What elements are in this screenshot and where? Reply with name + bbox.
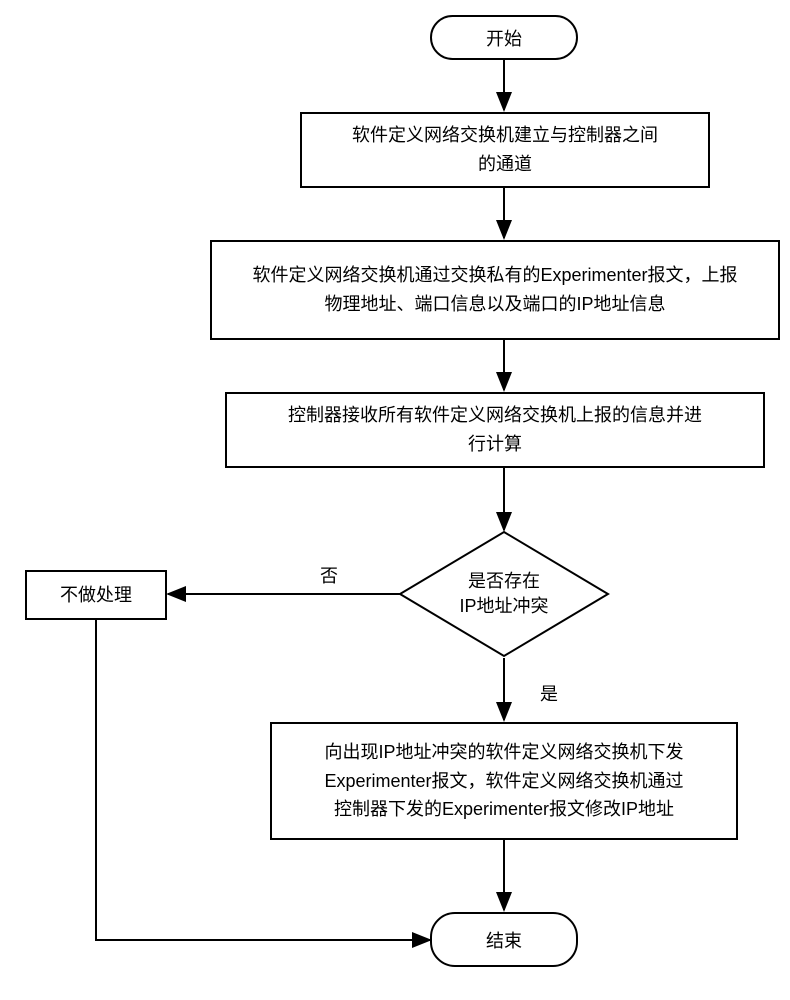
p5-line1: 向出现IP地址冲突的软件定义网络交换机下发 bbox=[324, 742, 683, 762]
p2-line1: 软件定义网络交换机通过交换私有的Experimenter报文，上报 bbox=[252, 265, 737, 285]
p3-line1: 控制器接收所有软件定义网络交换机上报的信息并进 bbox=[288, 405, 702, 425]
p1-line1: 软件定义网络交换机建立与控制器之间 bbox=[352, 125, 658, 145]
label-yes: 是 bbox=[540, 680, 558, 706]
p5-line3: 控制器下发的Experimenter报文修改IP地址 bbox=[334, 799, 674, 819]
label-no: 否 bbox=[320, 562, 338, 588]
end-terminal: 结束 bbox=[430, 912, 578, 967]
start-terminal: 开始 bbox=[430, 15, 578, 60]
process-controller-compute: 控制器接收所有软件定义网络交换机上报的信息并进 行计算 bbox=[225, 392, 765, 468]
flowchart-container: 开始 软件定义网络交换机建立与控制器之间 的通道 软件定义网络交换机通过交换私有… bbox=[0, 0, 790, 1000]
process-report-info: 软件定义网络交换机通过交换私有的Experimenter报文，上报 物理地址、端… bbox=[210, 240, 780, 340]
end-label: 结束 bbox=[486, 927, 522, 953]
p2-line2: 物理地址、端口信息以及端口的IP地址信息 bbox=[324, 294, 665, 314]
start-label: 开始 bbox=[486, 25, 522, 51]
process-no-action: 不做处理 bbox=[25, 570, 167, 620]
decision-ip-conflict: 是否存在 IP地址冲突 bbox=[398, 530, 610, 658]
p4-label: 不做处理 bbox=[60, 581, 132, 610]
process-modify-ip: 向出现IP地址冲突的软件定义网络交换机下发 Experimenter报文，软件定… bbox=[270, 722, 738, 840]
p5-line2: Experimenter报文，软件定义网络交换机通过 bbox=[324, 771, 683, 791]
d1-line1: 是否存在 bbox=[468, 571, 540, 591]
process-establish-channel: 软件定义网络交换机建立与控制器之间 的通道 bbox=[300, 112, 710, 188]
p3-line2: 行计算 bbox=[468, 434, 522, 454]
d1-line2: IP地址冲突 bbox=[459, 596, 548, 616]
p1-line2: 的通道 bbox=[478, 154, 532, 174]
